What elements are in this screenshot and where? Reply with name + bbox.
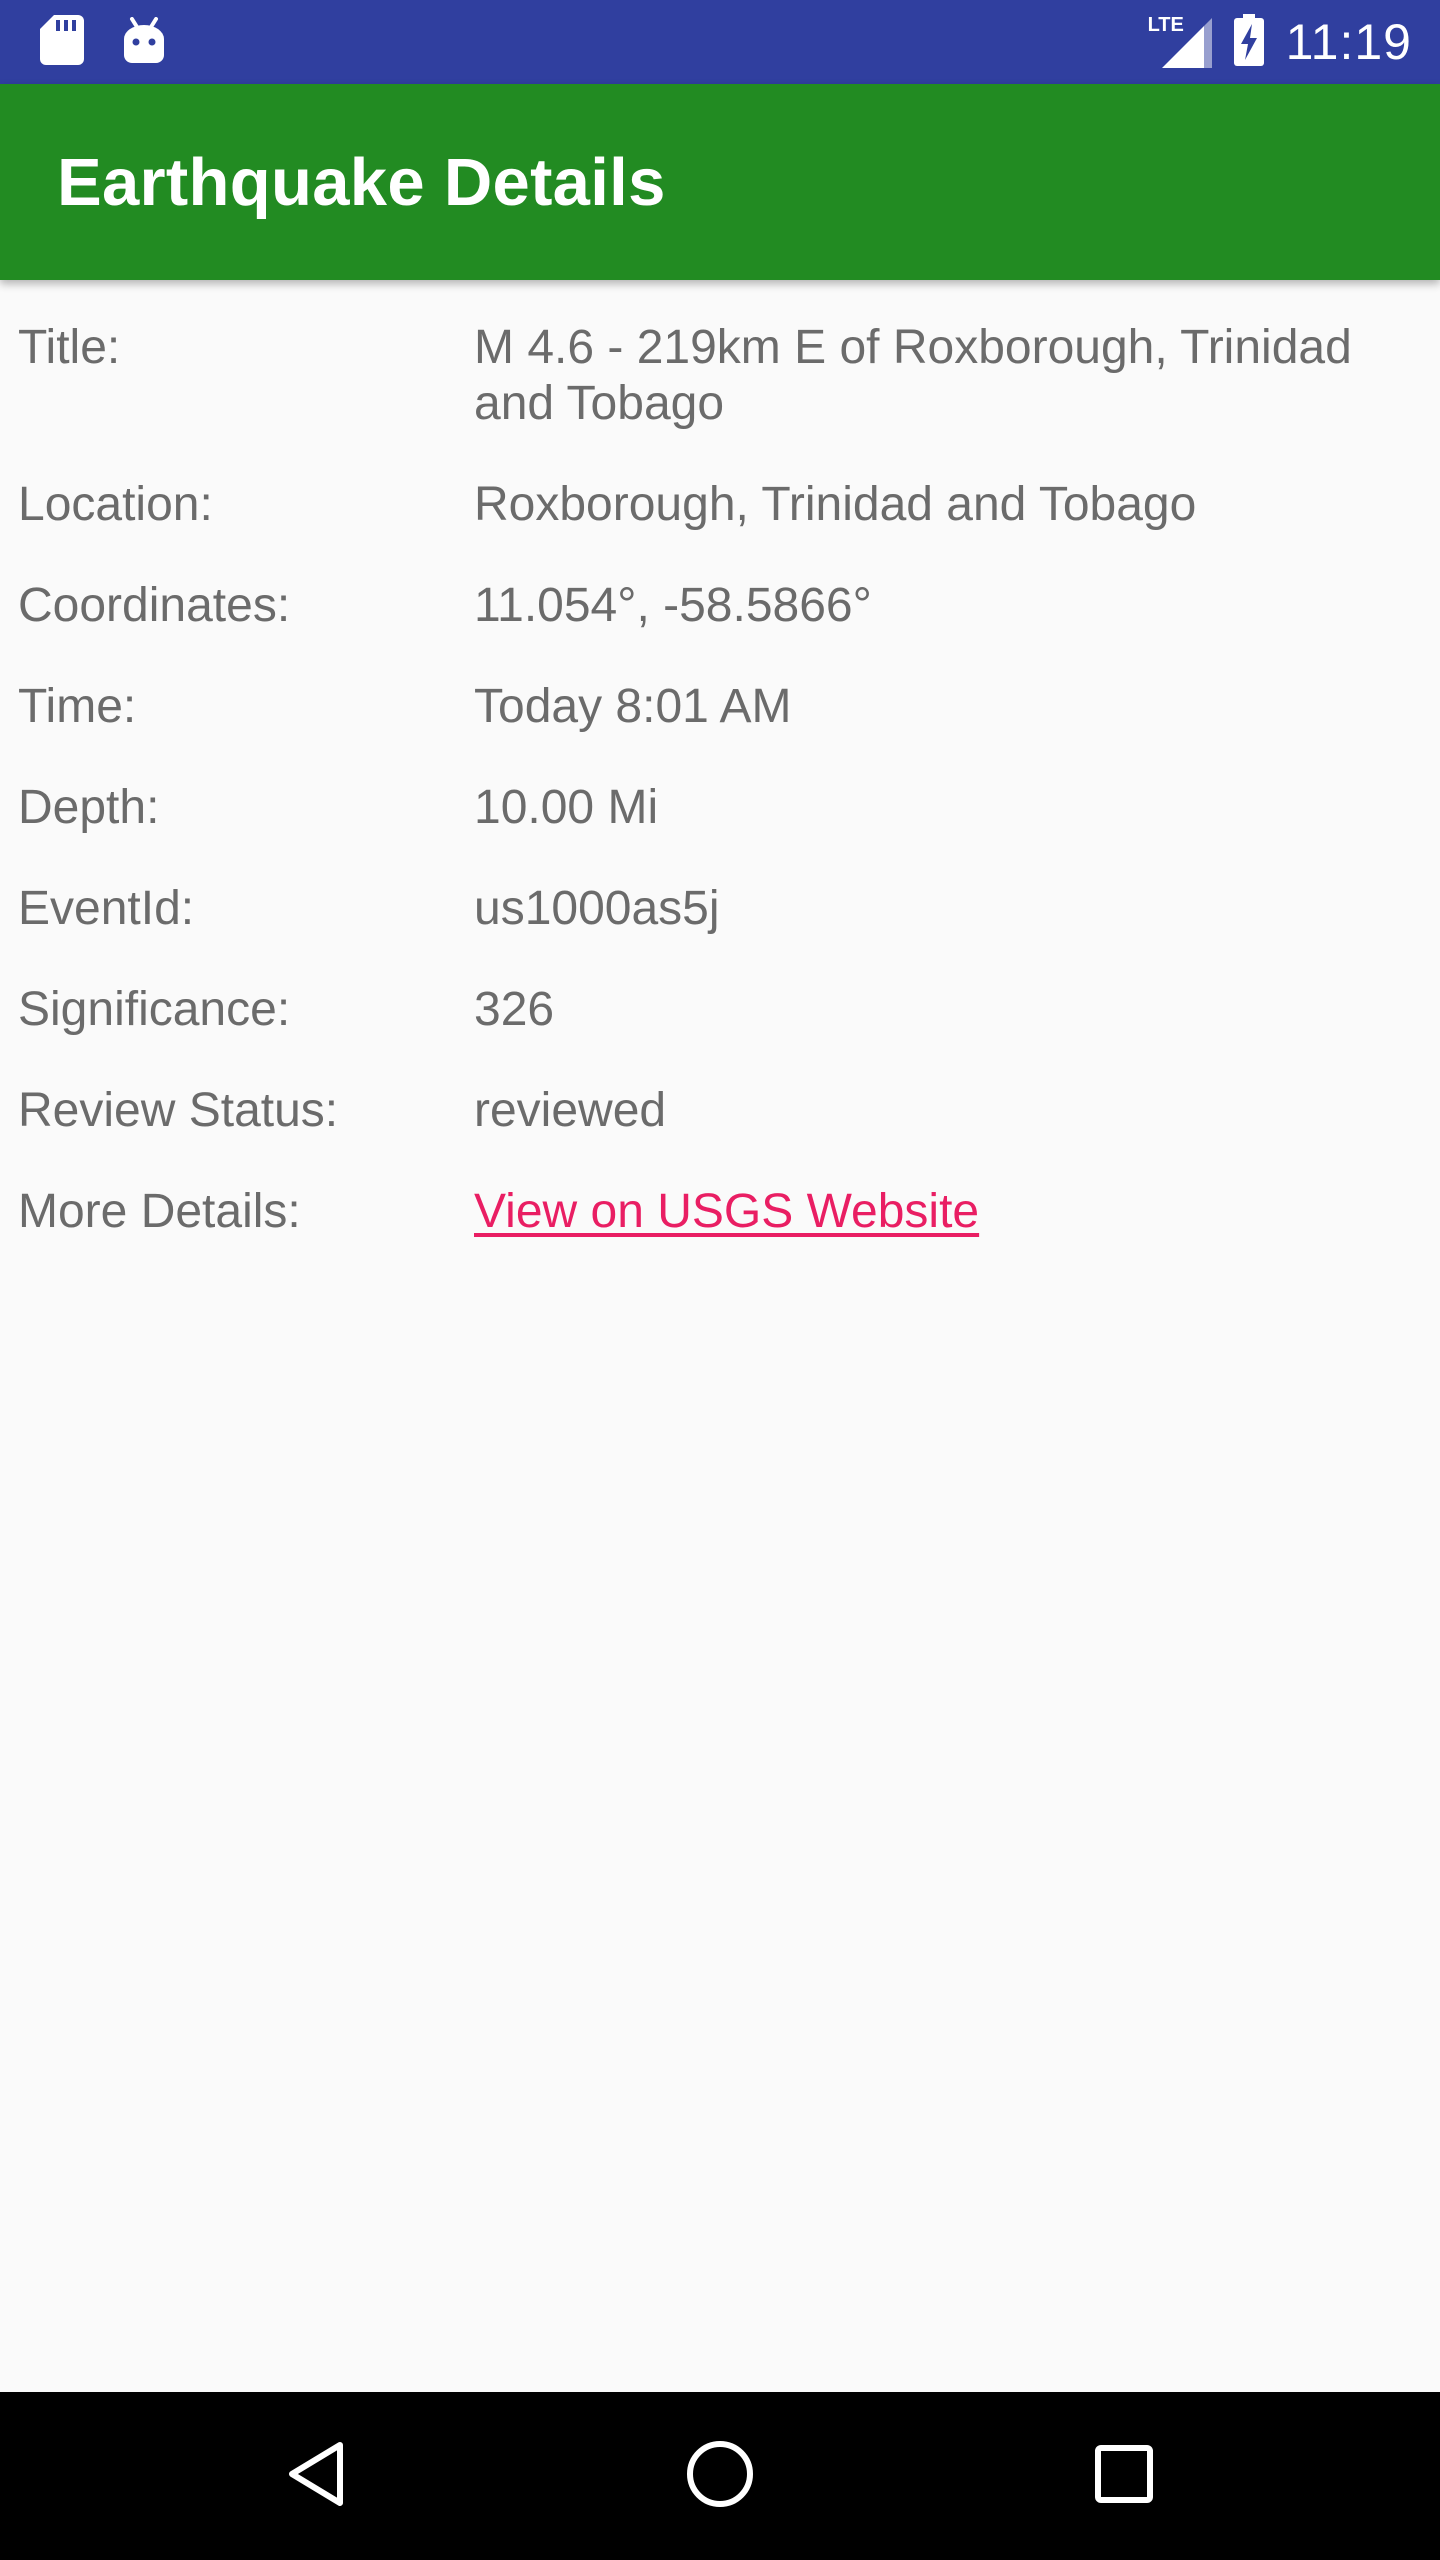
status-clock: 11:19: [1285, 14, 1412, 70]
time-label: Time:: [18, 680, 137, 733]
recents-icon: [1094, 2444, 1154, 2509]
detail-row-time: Time: Today 8:01 AM: [0, 679, 1440, 735]
depth-value: 10.00 Mi: [474, 781, 659, 834]
more-details-label: More Details:: [18, 1185, 301, 1238]
time-value: Today 8:01 AM: [474, 680, 792, 733]
system-status-icons: LTE 11:19: [1148, 0, 1412, 84]
depth-label: Depth:: [18, 781, 160, 834]
significance-value: 326: [474, 983, 555, 1036]
detail-row-more-details: More Details: View on USGS Website: [0, 1184, 1440, 1240]
event-id-label: EventId:: [18, 882, 195, 935]
review-status-value: reviewed: [474, 1084, 667, 1137]
android-icon: [122, 16, 166, 68]
battery-charging-icon: [1233, 13, 1264, 71]
detail-row-review-status: Review Status: reviewed: [0, 1083, 1440, 1139]
location-value: Roxborough, Trinidad and Tobago: [474, 478, 1197, 531]
detail-row-significance: Significance: 326: [0, 982, 1440, 1038]
detail-row-event-id: EventId: us1000as5j: [0, 881, 1440, 937]
usgs-website-link[interactable]: View on USGS Website: [474, 1185, 979, 1238]
review-status-label: Review Status:: [18, 1084, 339, 1137]
page-title: Earthquake Details: [57, 145, 666, 220]
sd-card-icon: [40, 14, 84, 70]
event-id-value: us1000as5j: [474, 882, 720, 935]
home-button[interactable]: [670, 2426, 770, 2526]
coordinates-label: Coordinates:: [18, 579, 291, 632]
signal-icon: LTE: [1148, 14, 1212, 68]
detail-row-depth: Depth: 10.00 Mi: [0, 780, 1440, 836]
coordinates-value: 11.054°, -58.5866°: [474, 579, 872, 632]
earthquake-details-list: Title: M 4.6 - 219km E of Roxborough, Tr…: [0, 320, 1440, 1285]
back-button[interactable]: [266, 2426, 366, 2526]
title-label: Title:: [18, 321, 121, 374]
more-details-value: View on USGS Website: [474, 1184, 1414, 1240]
title-value: M 4.6 - 219km E of Roxborough, Trinidad …: [474, 321, 1352, 430]
significance-label: Significance:: [18, 983, 291, 1036]
notification-icons: [40, 14, 166, 70]
home-icon: [686, 2440, 754, 2513]
detail-row-location: Location: Roxborough, Trinidad and Tobag…: [0, 477, 1440, 533]
back-icon: [286, 2441, 346, 2512]
recents-button[interactable]: [1074, 2426, 1174, 2526]
status-bar: LTE 11:19: [0, 0, 1440, 84]
detail-row-title: Title: M 4.6 - 219km E of Roxborough, Tr…: [0, 320, 1440, 432]
navigation-bar: [0, 2392, 1440, 2560]
detail-row-coordinates: Coordinates: 11.054°, -58.5866°: [0, 578, 1440, 634]
location-label: Location:: [18, 478, 213, 531]
app-bar: Earthquake Details: [0, 84, 1440, 280]
